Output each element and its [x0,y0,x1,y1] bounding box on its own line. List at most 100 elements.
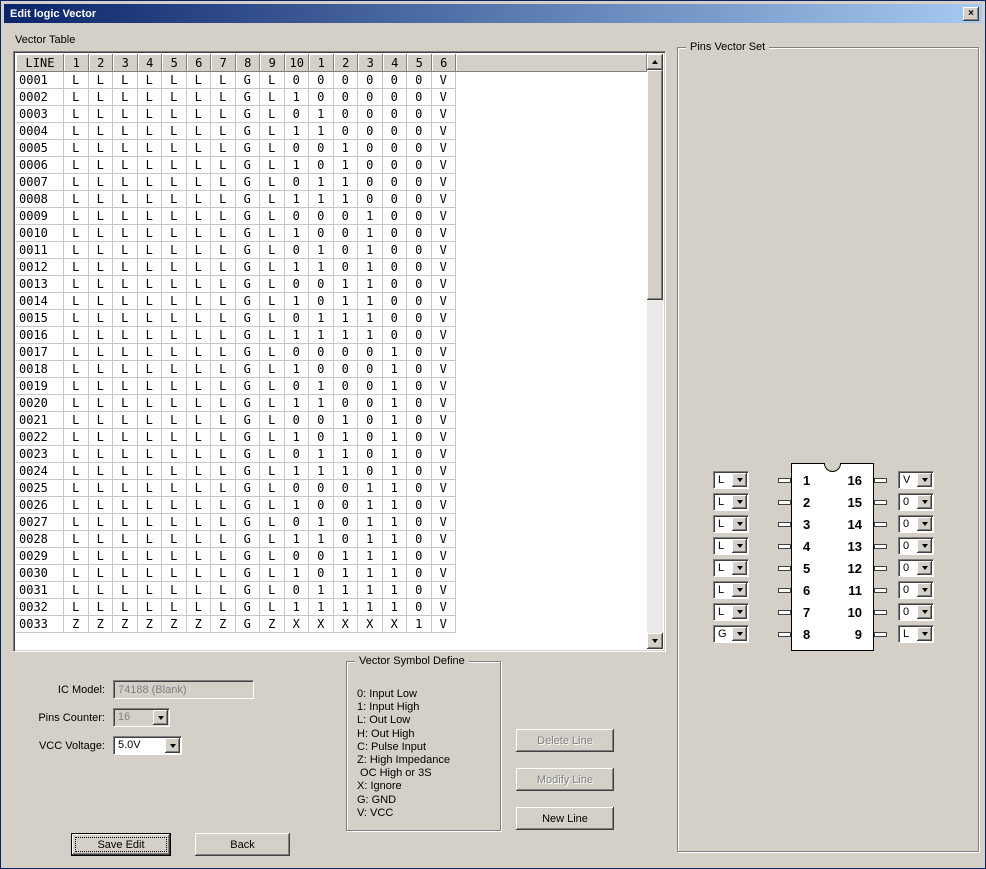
table-row[interactable]: 0021LLLLLLLGL001010V [16,412,647,429]
column-header[interactable]: 1 [64,54,89,72]
dropdown-arrow-icon[interactable] [917,473,932,487]
pin-3-combo[interactable]: L [713,515,749,533]
pin-6-combo[interactable]: L [713,581,749,599]
column-header[interactable]: 7 [211,54,236,72]
back-button[interactable]: Back [195,833,290,856]
table-row[interactable]: 0017LLLLLLLGL000010V [16,344,647,361]
pin-15-combo[interactable]: 0 [898,493,934,511]
dropdown-arrow-icon[interactable] [917,561,932,575]
table-row[interactable]: 0003LLLLLLLGL010000V [16,106,647,123]
column-header[interactable]: 8 [236,54,261,72]
column-header[interactable]: 5 [407,54,432,72]
column-header[interactable]: 4 [138,54,163,72]
column-header[interactable]: 6 [187,54,212,72]
pin-9-combo[interactable]: L [898,625,934,643]
table-row[interactable]: 0010LLLLLLLGL100100V [16,225,647,242]
line-number-cell: 0001 [16,72,64,89]
dropdown-arrow-icon[interactable] [917,627,932,641]
scroll-down-button[interactable] [647,633,663,649]
dropdown-arrow-icon[interactable] [917,605,932,619]
pin-8-combo[interactable]: G [713,625,749,643]
dropdown-arrow-icon[interactable] [917,539,932,553]
table-row[interactable]: 0004LLLLLLLGL110000V [16,123,647,140]
column-header[interactable]: 2 [89,54,114,72]
pin-7-combo[interactable]: L [713,603,749,621]
table-row[interactable]: 0002LLLLLLLGL100000V [16,89,647,106]
scrollbar-thumb[interactable] [647,70,663,300]
vertical-scrollbar[interactable] [647,54,663,649]
table-row[interactable]: 0005LLLLLLLGL001000V [16,140,647,157]
column-header[interactable]: 4 [383,54,408,72]
table-row[interactable]: 0030LLLLLLLGL101110V [16,565,647,582]
dropdown-arrow-icon[interactable] [732,495,747,509]
dropdown-arrow-icon[interactable] [732,539,747,553]
table-row[interactable]: 0016LLLLLLLGL111100V [16,327,647,344]
dropdown-arrow-icon[interactable] [732,583,747,597]
scroll-up-button[interactable] [647,54,663,70]
pin-5-combo[interactable]: L [713,559,749,577]
column-header[interactable]: 10 [285,54,310,72]
column-header[interactable]: 2 [334,54,359,72]
table-row[interactable]: 0027LLLLLLLGL010110V [16,514,647,531]
pin-value-cell: 0 [285,378,310,395]
table-row[interactable]: 0024LLLLLLLGL111010V [16,463,647,480]
table-row[interactable]: 0019LLLLLLLGL010010V [16,378,647,395]
table-row[interactable]: 0001LLLLLLLGL000000V [16,72,647,89]
table-row[interactable]: 0023LLLLLLLGL011010V [16,446,647,463]
column-header[interactable]: 1 [309,54,334,72]
new-line-button[interactable]: New Line [516,807,614,830]
modify-line-button[interactable]: Modify Line [516,768,614,791]
column-header[interactable]: 9 [260,54,285,72]
dropdown-arrow-icon[interactable] [732,605,747,619]
pin-14-combo[interactable]: 0 [898,515,934,533]
table-row[interactable]: 0026LLLLLLLGL100110V [16,497,647,514]
table-row[interactable]: 0008LLLLLLLGL111000V [16,191,647,208]
dropdown-arrow-icon[interactable] [917,517,932,531]
table-row[interactable]: 0018LLLLLLLGL100010V [16,361,647,378]
table-row[interactable]: 0022LLLLLLLGL101010V [16,429,647,446]
save-edit-button[interactable]: Save Edit [71,833,171,856]
column-header[interactable]: LINE [16,54,64,72]
table-row[interactable]: 0009LLLLLLLGL000100V [16,208,647,225]
dropdown-arrow-icon[interactable] [165,738,180,753]
table-row[interactable]: 0031LLLLLLLGL011110V [16,582,647,599]
table-row[interactable]: 0029LLLLLLLGL001110V [16,548,647,565]
title-bar[interactable]: Edit logic Vector × [4,4,982,23]
table-row[interactable]: 0015LLLLLLLGL011100V [16,310,647,327]
pin-2-combo[interactable]: L [713,493,749,511]
pin-10-combo-value: 0 [903,606,909,618]
pin-value-cell: V [432,140,457,157]
dropdown-arrow-icon[interactable] [732,627,747,641]
table-row[interactable]: 0011LLLLLLLGL010100V [16,242,647,259]
table-row[interactable]: 0020LLLLLLLGL110010V [16,395,647,412]
table-row[interactable]: 0007LLLLLLLGL011000V [16,174,647,191]
dropdown-arrow-icon[interactable] [732,473,747,487]
table-row[interactable]: 0032LLLLLLLGL111110V [16,599,647,616]
table-row[interactable]: 0014LLLLLLLGL101100V [16,293,647,310]
table-row[interactable]: 0033ZZZZZZZGZXXXXX1V [16,616,647,633]
pin-12-combo[interactable]: 0 [898,559,934,577]
pin-11-combo[interactable]: 0 [898,581,934,599]
pin-1-combo[interactable]: L [713,471,749,489]
vector-table-grid[interactable]: LINE12345678910123456 0001LLLLLLLGL00000… [16,54,647,649]
pin-16-combo[interactable]: V [898,471,934,489]
delete-line-button[interactable]: Delete Line [516,729,614,752]
table-row[interactable]: 0028LLLLLLLGL110110V [16,531,647,548]
table-row[interactable]: 0012LLLLLLLGL110100V [16,259,647,276]
table-row[interactable]: 0013LLLLLLLGL001100V [16,276,647,293]
pin-10-combo[interactable]: 0 [898,603,934,621]
table-row[interactable]: 0025LLLLLLLGL000110V [16,480,647,497]
dropdown-arrow-icon[interactable] [732,517,747,531]
pin-4-combo[interactable]: L [713,537,749,555]
column-header[interactable]: 6 [432,54,457,72]
column-header[interactable]: 5 [162,54,187,72]
pin-13-combo[interactable]: 0 [898,537,934,555]
dropdown-arrow-icon[interactable] [917,495,932,509]
column-header[interactable]: 3 [113,54,138,72]
table-row[interactable]: 0006LLLLLLLGL101000V [16,157,647,174]
dropdown-arrow-icon[interactable] [732,561,747,575]
column-header[interactable]: 3 [358,54,383,72]
close-button[interactable]: × [963,7,979,21]
vcc-voltage-select[interactable]: 5.0V [113,736,182,755]
dropdown-arrow-icon[interactable] [917,583,932,597]
